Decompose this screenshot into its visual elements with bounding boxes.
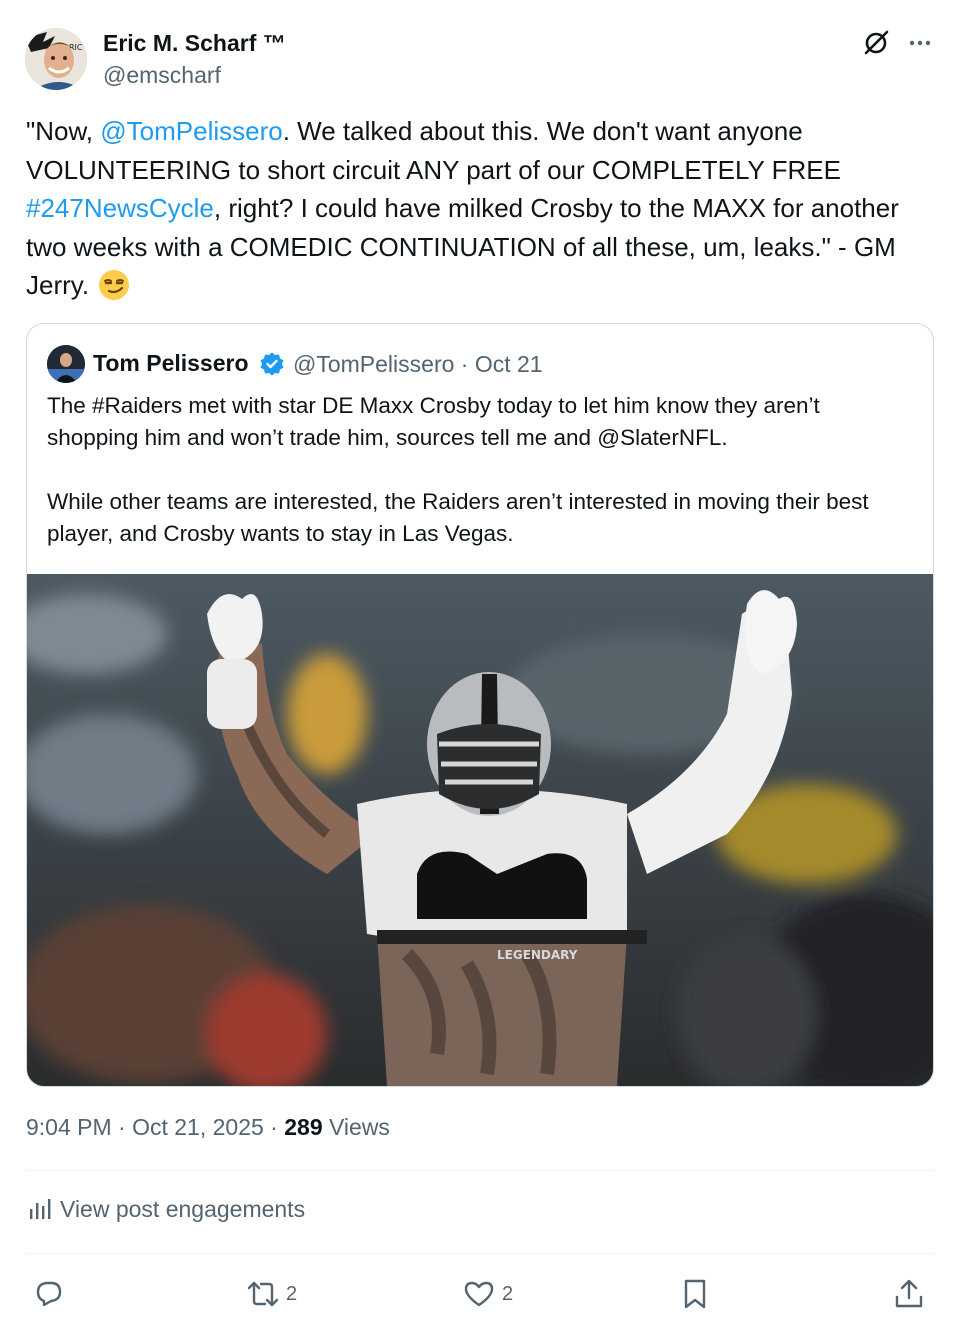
view-engagements-link[interactable]: View post engagements	[28, 1196, 305, 1223]
heart-icon	[464, 1281, 494, 1307]
view-engagements-label[interactable]: View post engagements	[60, 1196, 305, 1222]
repost-count: 2	[286, 1282, 298, 1305]
repost-icon	[247, 1281, 279, 1307]
author-avatar[interactable]: RIC	[25, 28, 87, 90]
post-meta: 9:04 PM · Oct 21, 2025 · 289 Views	[26, 1114, 390, 1141]
more-options-icon[interactable]	[905, 28, 935, 58]
reply-button[interactable]	[32, 1274, 72, 1314]
verified-badge-icon	[259, 351, 285, 377]
author-handle[interactable]: @emscharf	[103, 62, 221, 89]
views-count: 289	[284, 1114, 323, 1140]
grok-icon[interactable]	[861, 28, 891, 58]
like-count: 2	[502, 1282, 514, 1305]
repost-button[interactable]: 2	[246, 1274, 297, 1314]
quoted-post[interactable]: Tom Pelissero @TomPelissero · Oct 21 The…	[26, 323, 934, 1087]
views-label: Views	[322, 1114, 390, 1140]
divider	[26, 1253, 934, 1254]
quoted-post-text: The #Raiders met with star DE Maxx Crosb…	[47, 390, 917, 582]
post-text-part: "Now,	[26, 116, 101, 146]
smirking-face-icon	[98, 269, 130, 301]
quoted-paragraph: The #Raiders met with star DE Maxx Crosb…	[47, 393, 820, 450]
tattoo-text: LEGENDARY	[497, 948, 578, 962]
quoted-author-handle-date[interactable]: @TomPelissero · Oct 21	[293, 351, 543, 378]
post-timestamp[interactable]: 9:04 PM · Oct 21, 2025 ·	[26, 1114, 284, 1140]
share-icon	[895, 1279, 923, 1308]
share-button[interactable]	[892, 1274, 926, 1314]
author-name[interactable]: Eric M. Scharf ™	[103, 30, 286, 57]
reply-icon	[36, 1281, 62, 1307]
hashtag-link[interactable]: #247NewsCycle	[26, 193, 214, 223]
post-text: "Now, @TomPelissero. We talked about thi…	[26, 112, 926, 305]
quoted-paragraph: While other teams are interested, the Ra…	[47, 489, 869, 546]
divider	[26, 1170, 934, 1171]
quoted-author-avatar[interactable]	[47, 345, 85, 383]
post-header: RIC Eric M. Scharf ™ @emscharf	[25, 24, 935, 94]
quoted-author-name[interactable]: Tom Pelissero	[93, 350, 249, 377]
analytics-icon	[30, 1199, 51, 1219]
bookmark-icon	[684, 1279, 706, 1309]
like-button[interactable]: 2	[462, 1274, 513, 1314]
bookmark-button[interactable]	[678, 1274, 712, 1314]
mention-link[interactable]: @TomPelissero	[100, 116, 282, 146]
quoted-post-image[interactable]: LEGENDARY	[27, 574, 933, 1086]
